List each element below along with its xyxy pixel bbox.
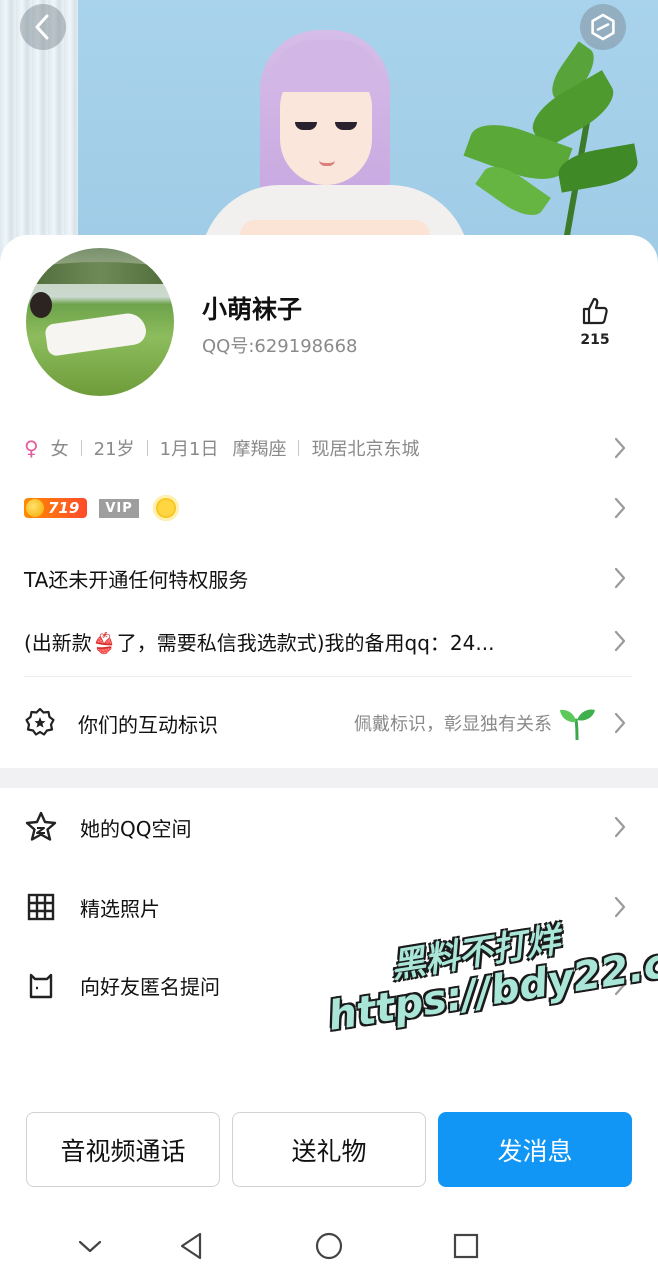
divider bbox=[146, 440, 148, 456]
interaction-mark-row[interactable]: 你们的互动标识 佩戴标识，彰显独有关系 bbox=[0, 700, 658, 746]
thumbs-up-icon bbox=[582, 297, 608, 325]
coin-icon bbox=[26, 499, 44, 517]
menu-item-anonymous-ask[interactable]: 向好友匿名提问 bbox=[0, 960, 658, 1010]
chevron-right-icon bbox=[614, 567, 626, 589]
video-call-button[interactable]: 音视频通话 bbox=[26, 1112, 220, 1187]
age-text: 21岁 bbox=[93, 439, 135, 460]
star-icon bbox=[25, 811, 57, 841]
menu-item-photos[interactable]: 精选照片 bbox=[0, 882, 658, 932]
like-count: 215 bbox=[580, 332, 610, 348]
menu-label-photos: 精选照片 bbox=[80, 896, 160, 921]
chevron-right-icon bbox=[614, 630, 626, 652]
back-arrow-icon bbox=[35, 14, 49, 40]
level-badge: 719 bbox=[24, 498, 88, 518]
avatar[interactable] bbox=[26, 248, 174, 396]
location-text: 现居北京东城 bbox=[311, 439, 420, 460]
nav-home-icon[interactable] bbox=[313, 1230, 345, 1262]
menu-item-qzone[interactable]: 她的QQ空间 bbox=[0, 802, 658, 852]
sun-icon bbox=[152, 495, 179, 521]
grid-icon bbox=[27, 893, 55, 921]
privilege-row[interactable]: TA还未开通任何特权服务 bbox=[0, 558, 658, 598]
section-divider bbox=[24, 676, 632, 677]
system-nav-bar bbox=[0, 1210, 658, 1280]
chevron-right-icon bbox=[614, 712, 626, 734]
more-menu-button[interactable] bbox=[580, 4, 626, 50]
badges-row[interactable]: 719 VIP bbox=[0, 490, 658, 526]
send-message-button[interactable]: 发消息 bbox=[438, 1112, 632, 1187]
profile-cover bbox=[0, 0, 658, 270]
interaction-hint: 佩戴标识，彰显独有关系 bbox=[354, 714, 552, 735]
female-icon: ♀ bbox=[24, 436, 39, 460]
chevron-right-icon bbox=[614, 497, 626, 519]
section-gap bbox=[0, 768, 658, 788]
nav-recents-icon[interactable] bbox=[450, 1230, 482, 1262]
vip-badge: VIP bbox=[99, 498, 139, 518]
birthday-text: 1月1日 bbox=[159, 439, 219, 460]
signature-row[interactable]: (出新款👙了，需要私信我选款式)我的备用qq：24... bbox=[0, 620, 600, 662]
like-button[interactable]: 215 bbox=[570, 296, 620, 348]
chevron-right-icon bbox=[614, 974, 626, 996]
gender-text: 女 bbox=[50, 439, 69, 460]
zodiac-text: 摩羯座 bbox=[232, 439, 287, 460]
bikini-emoji: 👙 bbox=[91, 630, 117, 655]
hexagon-menu-icon bbox=[591, 13, 615, 41]
qq-number: QQ号:629198668 bbox=[202, 336, 358, 357]
level-number: 719 bbox=[48, 499, 80, 517]
cover-avatar-character bbox=[200, 20, 470, 270]
cat-box-icon bbox=[29, 973, 53, 999]
nav-back-icon[interactable] bbox=[176, 1230, 208, 1262]
menu-label-ask: 向好友匿名提问 bbox=[80, 974, 220, 999]
signature-text: (出新款👙了，需要私信我选款式)我的备用qq：24... bbox=[24, 630, 495, 655]
sprout-icon bbox=[560, 709, 595, 740]
privilege-text: TA还未开通任何特权服务 bbox=[24, 567, 249, 592]
chevron-down-icon[interactable] bbox=[74, 1230, 106, 1262]
chevron-right-icon bbox=[614, 437, 626, 459]
send-gift-button[interactable]: 送礼物 bbox=[232, 1112, 426, 1187]
divider bbox=[80, 440, 82, 456]
interaction-label: 你们的互动标识 bbox=[78, 712, 218, 737]
menu-label-qzone: 她的QQ空间 bbox=[80, 816, 192, 841]
divider bbox=[298, 440, 300, 456]
back-button[interactable] bbox=[20, 4, 66, 50]
chevron-right-icon bbox=[614, 896, 626, 918]
chevron-right-icon bbox=[614, 816, 626, 838]
interaction-badge-icon bbox=[25, 707, 55, 736]
basic-info-row[interactable]: ♀ 女 21岁 1月1日 摩羯座 现居北京东城 bbox=[0, 428, 658, 468]
profile-name: 小萌袜子 bbox=[202, 295, 303, 324]
